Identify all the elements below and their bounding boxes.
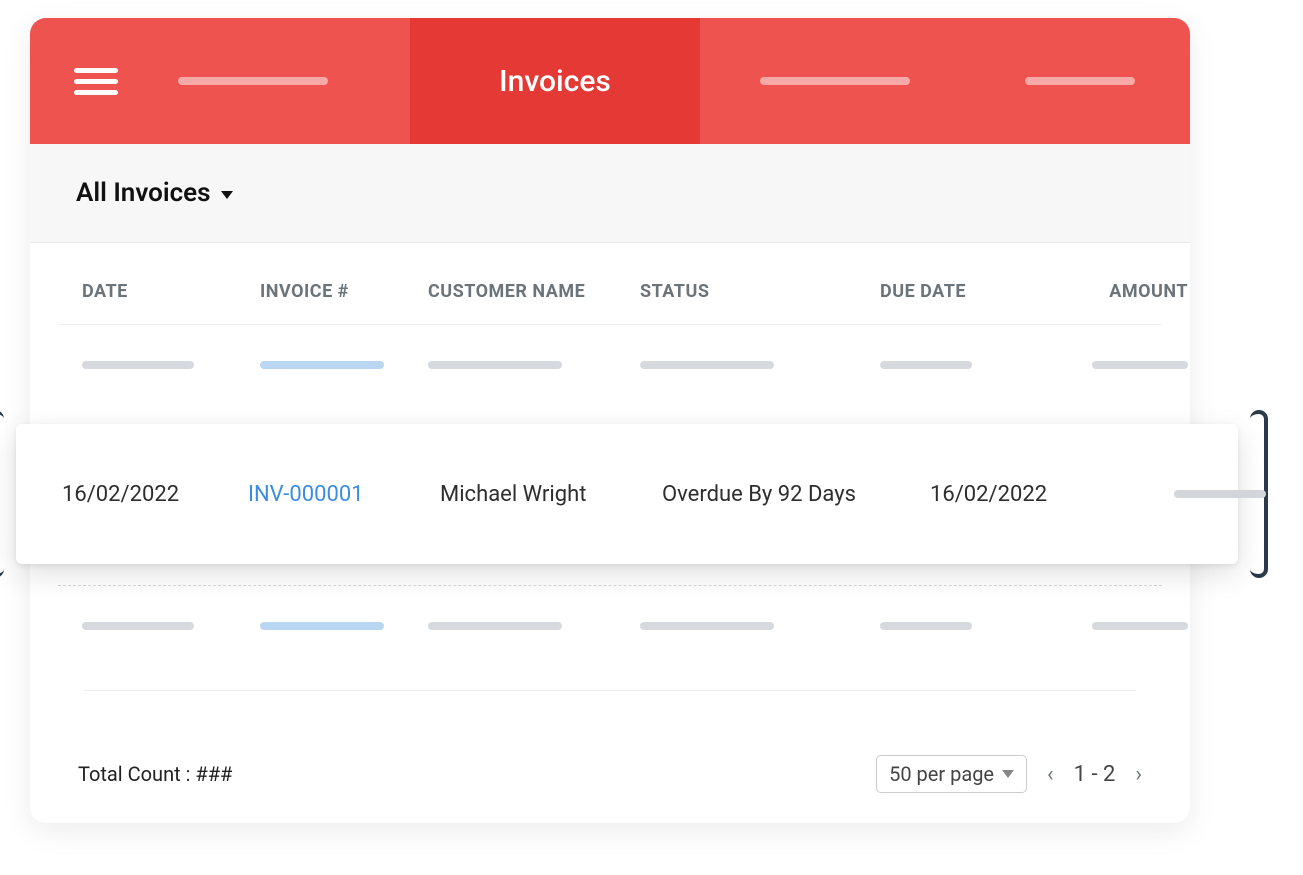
caret-down-icon [221,191,233,199]
per-page-dropdown[interactable]: 50 per page [876,755,1027,793]
filter-label: All Invoices [76,178,211,208]
tab-invoices[interactable]: Invoices [410,18,700,144]
cell-date: 16/02/2022 [62,482,248,507]
col-customer: CUSTOMER NAME [428,281,640,302]
cell-amount-placeholder [1174,490,1266,498]
prev-page-button[interactable]: ‹ [1047,762,1054,787]
col-invoice: INVOICE # [260,281,428,302]
cell-placeholder [428,361,562,369]
tab-placeholder-2[interactable] [970,18,1190,144]
page-range: 1 - 2 [1074,762,1116,787]
cell-placeholder [880,622,972,630]
cell-placeholder [82,622,194,630]
next-page-button[interactable]: › [1135,762,1142,787]
chevron-down-icon [1002,770,1014,778]
tab-label: Invoices [499,64,611,99]
cell-placeholder [880,361,972,369]
col-amount: AMOUNT [1068,281,1188,302]
cell-placeholder [640,622,774,630]
table-row[interactable] [58,325,1162,405]
cell-placeholder [260,361,384,369]
cell-invoice-link[interactable]: INV-000001 [248,482,440,507]
pagination: 50 per page ‹ 1 - 2 › [876,755,1142,793]
per-page-label: 50 per page [889,762,994,786]
cell-status: Overdue By 92 Days [662,482,930,507]
invoice-row-card: 16/02/2022 INV-000001 Michael Wright Ove… [16,424,1238,564]
table-footer: Total Count : ### 50 per page ‹ 1 - 2 › [78,755,1142,793]
table-row[interactable] [58,585,1162,666]
menu-icon[interactable] [74,68,118,95]
total-count-label: Total Count : ### [78,762,232,786]
cell-placeholder [640,361,774,369]
cell-placeholder [260,622,384,630]
cell-placeholder [1092,361,1188,369]
filter-dropdown[interactable]: All Invoices [76,178,233,208]
col-due-date: DUE DATE [880,281,1068,302]
header-left [30,18,410,144]
col-date: DATE [82,281,260,302]
cell-due-date: 16/02/2022 [930,482,1136,507]
cell-placeholder [1092,622,1188,630]
cell-placeholder [428,622,562,630]
divider [84,690,1136,691]
cell-customer: Michael Wright [440,482,662,507]
bracket-left-icon [0,410,4,578]
app-header: Invoices [30,18,1190,144]
subheader: All Invoices [30,144,1190,243]
cell-placeholder [82,361,194,369]
col-status: STATUS [640,281,880,302]
highlighted-invoice-row[interactable]: 16/02/2022 INV-000001 Michael Wright Ove… [0,416,1258,572]
table-header-row: DATE INVOICE # CUSTOMER NAME STATUS DUE … [58,243,1162,325]
header-placeholder [178,77,328,85]
tab-placeholder-1[interactable] [700,18,970,144]
